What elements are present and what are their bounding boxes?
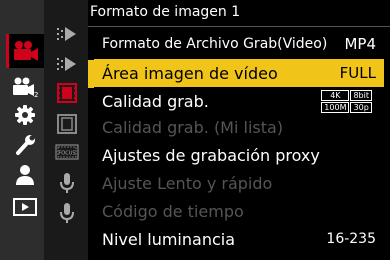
menu-item-label: Calidad grab. — [102, 91, 209, 111]
video-camera-2-tab-icon[interactable]: 2 — [10, 74, 40, 100]
menu-item-value: FULL — [339, 64, 376, 82]
bit-depth-badge: 8bit — [350, 89, 372, 101]
bitrate-badge: 100M — [321, 101, 350, 113]
title-divider — [88, 26, 390, 27]
menu-item-label: Área imagen de vídeo — [102, 63, 278, 83]
menu-item-label: Calidad grab. (Mi lista) — [102, 117, 284, 137]
wrench-icon[interactable] — [10, 133, 40, 157]
focus-icon[interactable]: FOCUS — [52, 140, 82, 164]
menu-item-label: Código de tiempo — [102, 201, 244, 221]
frame-rate-badge: 30p — [350, 101, 372, 113]
resolution-badge: 4K — [321, 89, 350, 101]
menu-item-file-format[interactable]: Formato de Archivo Grab(Video) MP4 — [94, 30, 384, 58]
film-red-icon[interactable] — [52, 81, 82, 105]
menu-item-slow-quick[interactable]: Ajuste Lento y rápido — [94, 169, 384, 197]
menu-item-value: MP4 — [344, 35, 376, 53]
playback-icon[interactable] — [10, 195, 40, 219]
film-icon[interactable] — [52, 112, 82, 136]
image-format-icon[interactable] — [52, 22, 82, 46]
menu-item-value: 16-235 — [326, 231, 376, 247]
menu-item-label: Nivel luminancia — [102, 229, 236, 249]
menu-item-label: Ajuste Lento y rápido — [102, 173, 273, 193]
gear-icon[interactable] — [10, 103, 40, 127]
user-icon[interactable] — [10, 163, 40, 187]
image-format-2-icon[interactable] — [52, 52, 82, 76]
video-camera-tab-icon[interactable] — [10, 38, 40, 64]
svg-text:FOCUS: FOCUS — [58, 151, 75, 157]
menu-item-label: Ajustes de grabación proxy — [102, 145, 320, 165]
page-title: Formato de imagen 1 — [90, 4, 241, 20]
microphone-2-icon[interactable] — [52, 200, 82, 226]
menu-item-time-code[interactable]: Código de tiempo — [94, 197, 384, 225]
microphone-icon[interactable] — [52, 170, 82, 196]
menu-item-proxy-rec[interactable]: Ajustes de grabación proxy — [94, 141, 384, 169]
menu-item-label: Formato de Archivo Grab(Video) — [102, 36, 328, 52]
menu-item-luminance-level[interactable]: Nivel luminancia 16-235 — [94, 225, 384, 253]
menu-item-rec-quality[interactable]: Calidad grab. 4K 8bit 100M 30p — [94, 87, 384, 115]
menu-item-image-area[interactable]: Área imagen de vídeo FULL — [94, 59, 384, 87]
menu-item-rec-quality-my-list[interactable]: Calidad grab. (Mi lista) — [94, 113, 384, 141]
svg-text:2: 2 — [34, 91, 38, 98]
rec-quality-badges: 4K 8bit 100M 30p — [321, 89, 372, 113]
